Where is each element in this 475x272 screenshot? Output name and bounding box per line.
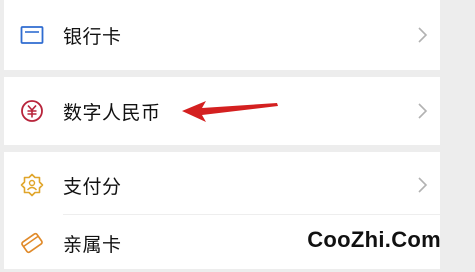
payment-score-icon (20, 173, 44, 197)
bank-card-icon (20, 23, 44, 47)
watermark-text: CooZhi.Com (307, 227, 441, 252)
chevron-right-icon (418, 103, 428, 119)
menu-item-label: 亲属卡 (63, 233, 122, 256)
chevron-right-icon (418, 177, 428, 193)
menu-item-label: 数字人民币 (63, 101, 161, 124)
family-card-icon (20, 231, 44, 255)
menu-item-label: 支付分 (63, 175, 122, 198)
menu-item-payment-score[interactable]: 支付分 (4, 156, 440, 214)
chevron-right-icon (418, 27, 428, 43)
annotation-arrow (182, 101, 278, 122)
menu-item-bank-card[interactable]: 银行卡 (4, 0, 440, 70)
menu-item-label: 银行卡 (63, 25, 122, 48)
digital-rmb-icon (20, 99, 44, 123)
